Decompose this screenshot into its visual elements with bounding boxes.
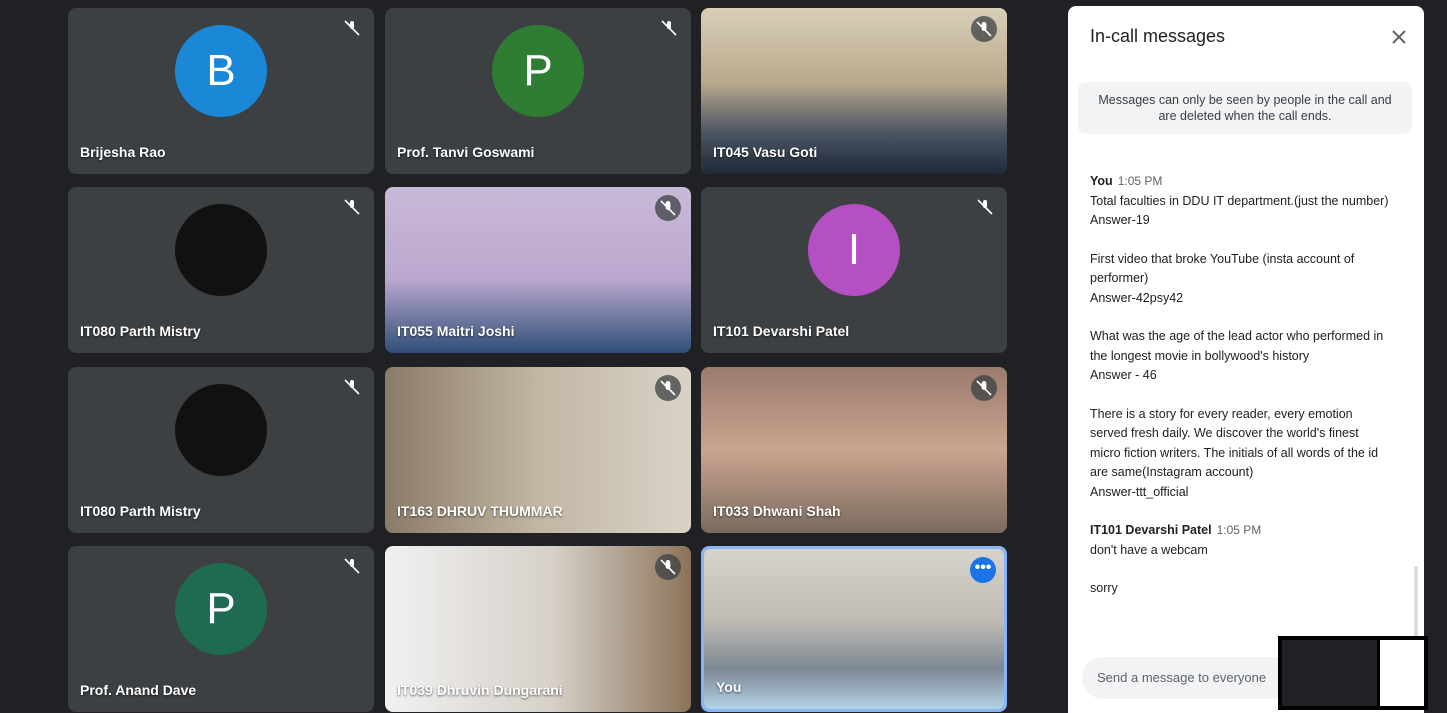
chat-panel: In-call messages Messages can only be se…	[1068, 6, 1424, 713]
message-sender: You	[1090, 174, 1113, 188]
mic-off-icon	[659, 18, 679, 38]
participant-tile[interactable]: I IT101 Devarshi Patel	[701, 187, 1007, 353]
screen-preview-thumbnail	[1278, 636, 1428, 710]
mic-off-icon	[971, 375, 997, 401]
participant-name: IT101 Devarshi Patel	[713, 323, 850, 339]
message-text: First video that broke YouTube (insta ac…	[1090, 251, 1355, 286]
participant-name: Prof. Tanvi Goswami	[397, 144, 535, 160]
mic-off-icon	[655, 375, 681, 401]
participant-tile[interactable]: ••• You	[701, 546, 1007, 712]
message-text: Answer - 46	[1090, 368, 1157, 382]
message-group: IT101 Devarshi Patel 1:05 PM don't have a…	[1090, 521, 1390, 599]
participant-tile[interactable]: P Prof. Tanvi Goswami	[385, 8, 691, 174]
message-list: You 1:05 PM Total faculties in DDU IT dep…	[1090, 172, 1390, 599]
message-sender: IT101 Devarshi Patel	[1090, 523, 1212, 537]
participant-name: Brijesha Rao	[80, 144, 166, 160]
participant-tile[interactable]: P Prof. Anand Dave	[68, 546, 374, 712]
participant-name: IT033 Dhwani Shah	[713, 503, 841, 519]
message-text: Answer-ttt_official	[1090, 484, 1189, 499]
mic-off-icon	[655, 195, 681, 221]
participant-tile[interactable]: B Brijesha Rao	[68, 8, 374, 174]
participant-name: You	[716, 679, 742, 695]
mic-off-icon	[342, 556, 362, 576]
video-feed	[704, 549, 1004, 709]
avatar	[175, 384, 267, 477]
participant-tile[interactable]: IT080 Parth Mistry	[68, 367, 374, 533]
participant-name: IT045 Vasu Goti	[713, 144, 818, 160]
more-options-icon[interactable]: •••	[970, 557, 996, 583]
message-text: There is a story for every reader, every…	[1090, 406, 1379, 480]
mic-off-icon	[342, 18, 362, 38]
mic-off-icon	[655, 554, 681, 580]
message-time: 1:05 PM	[1216, 523, 1262, 537]
participant-name: IT055 Maitri Joshi	[397, 323, 515, 339]
message-text: Answer-42psy42	[1090, 290, 1184, 305]
video-grid: B Brijesha Rao P Prof. Tanvi Goswami IT0…	[0, 0, 1066, 713]
participant-tile[interactable]: IT163 DHRUV THUMMAR	[385, 367, 691, 533]
message-text: Total faculties in DDU IT department.(ju…	[1090, 193, 1389, 208]
panel-title: In-call messages	[1090, 26, 1226, 46]
mic-off-icon	[342, 377, 362, 397]
mic-off-icon	[342, 197, 362, 217]
message-text: don't have a webcam	[1090, 542, 1208, 557]
mic-off-icon	[975, 197, 995, 217]
close-icon[interactable]	[1388, 26, 1410, 48]
participant-name: Prof. Anand Dave	[80, 682, 197, 698]
message-text: sorry	[1090, 581, 1118, 595]
avatar: P	[492, 25, 584, 118]
participant-tile[interactable]: IT055 Maitri Joshi	[385, 187, 691, 353]
participant-tile[interactable]: IT033 Dhwani Shah	[701, 367, 1007, 533]
avatar: P	[175, 563, 267, 656]
participant-tile[interactable]: IT080 Parth Mistry	[68, 187, 374, 353]
avatar: I	[808, 204, 900, 297]
message-text: Answer-19	[1090, 213, 1150, 227]
message-time: 1:05 PM	[1117, 174, 1163, 188]
message-text: What was the age of the lead actor who p…	[1090, 329, 1384, 363]
message-group: You 1:05 PM Total faculties in DDU IT dep…	[1090, 172, 1390, 502]
participant-name: IT163 DHRUV THUMMAR	[397, 503, 563, 519]
participant-tile[interactable]: IT045 Vasu Goti	[701, 8, 1007, 174]
participant-tile[interactable]: IT039 Dhruvin Dungarani	[385, 546, 691, 712]
participant-name: IT039 Dhruvin Dungarani	[397, 682, 563, 698]
chat-notice: Messages can only be seen by people in t…	[1078, 82, 1412, 134]
avatar: B	[175, 25, 267, 118]
participant-name: IT080 Parth Mistry	[80, 503, 201, 519]
mic-off-icon	[971, 16, 997, 42]
participant-name: IT080 Parth Mistry	[80, 323, 201, 339]
avatar	[175, 204, 267, 297]
